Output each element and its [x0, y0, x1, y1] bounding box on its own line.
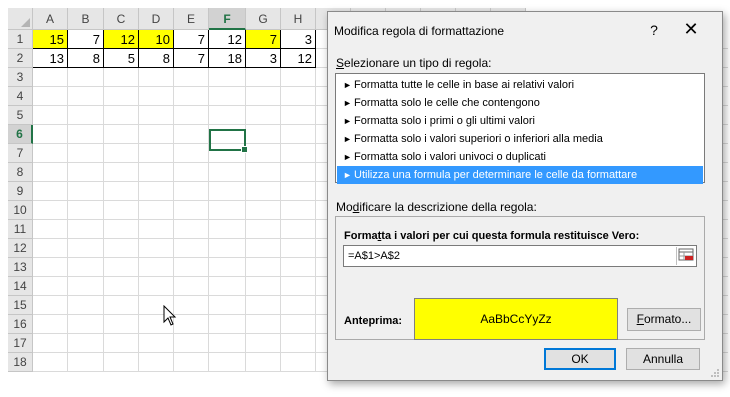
- rule-type-item[interactable]: ► Formatta solo i valori superiori o infe…: [337, 130, 703, 148]
- ok-button[interactable]: OK: [544, 348, 616, 370]
- grid-line: [103, 30, 104, 372]
- edit-rule-description-label: Modificare la descrizione della regola:: [336, 200, 537, 214]
- cell-c2[interactable]: 5: [104, 49, 139, 68]
- arrow-right-icon: ►: [343, 98, 352, 108]
- cell-e2[interactable]: 7: [174, 49, 209, 68]
- row-header-4[interactable]: 4: [8, 87, 33, 106]
- arrow-right-icon: ►: [343, 116, 352, 126]
- row-header-15[interactable]: 15: [8, 296, 33, 315]
- column-header-b[interactable]: B: [68, 8, 104, 30]
- formula-label: Formatta i valori per cui questa formula…: [344, 230, 640, 242]
- row-header-16[interactable]: 16: [8, 315, 33, 334]
- range-selector-icon: [678, 248, 694, 261]
- grid-line: [138, 30, 139, 372]
- cell-f2[interactable]: 18: [209, 49, 246, 68]
- formula-value: =A$1>A$2: [348, 250, 400, 262]
- resize-grip-icon[interactable]: [710, 368, 720, 378]
- arrow-right-icon: ►: [343, 170, 352, 180]
- row-header-8[interactable]: 8: [8, 163, 33, 182]
- row-header-17[interactable]: 17: [8, 334, 33, 353]
- dialog-title: Modifica regola di formattazione: [334, 24, 505, 38]
- rule-type-list[interactable]: ► Formatta tutte le celle in base ai rela…: [335, 73, 705, 184]
- column-header-c[interactable]: C: [104, 8, 139, 30]
- row-header-1[interactable]: 1: [8, 30, 33, 49]
- cell-d1[interactable]: 10: [139, 30, 174, 49]
- rule-type-item[interactable]: ► Formatta tutte le celle in base ai rela…: [337, 76, 703, 94]
- rule-type-item[interactable]: ► Formatta solo i valori univoci o duplic…: [337, 148, 703, 166]
- rule-description-group: Formatta i valori per cui questa formula…: [335, 216, 705, 340]
- cell-d2[interactable]: 8: [139, 49, 174, 68]
- column-header-g[interactable]: G: [246, 8, 281, 30]
- format-preview: AaBbCcYyZz: [414, 298, 618, 340]
- row-header-9[interactable]: 9: [8, 182, 33, 201]
- cell-e1[interactable]: 7: [174, 30, 209, 49]
- edit-formatting-rule-dialog: Modifica regola di formattazione ? ✕ Sel…: [327, 11, 723, 381]
- rule-type-item[interactable]: ► Formatta solo i primi o gli ultimi valo…: [337, 112, 703, 130]
- select-rule-type-label: Selezionare un tipo di regola:: [336, 56, 492, 70]
- grid-line: [315, 30, 316, 372]
- rule-type-item-selected[interactable]: ► Utilizza una formula per determinare le…: [337, 166, 703, 184]
- arrow-right-icon: ►: [343, 152, 352, 162]
- cell-g2[interactable]: 3: [246, 49, 281, 68]
- cell-a2[interactable]: 13: [33, 49, 68, 68]
- help-button[interactable]: ?: [646, 22, 662, 38]
- column-header-f[interactable]: F: [209, 8, 246, 30]
- rule-type-item[interactable]: ► Formatta solo le celle che contengono: [337, 94, 703, 112]
- cell-h1[interactable]: 3: [281, 30, 316, 49]
- format-button[interactable]: Formato...: [627, 308, 701, 331]
- arrow-right-icon: ►: [343, 80, 352, 90]
- cancel-button[interactable]: Annulla: [626, 348, 700, 370]
- close-button[interactable]: ✕: [682, 19, 700, 40]
- row-header-14[interactable]: 14: [8, 277, 33, 296]
- formula-input[interactable]: =A$1>A$2: [343, 245, 697, 267]
- cell-f1[interactable]: 12: [209, 30, 246, 49]
- grid-line: [67, 30, 68, 372]
- active-cell-selection[interactable]: [209, 129, 248, 153]
- column-header-a[interactable]: A: [33, 8, 68, 30]
- row-header-11[interactable]: 11: [8, 220, 33, 239]
- row-header-6[interactable]: 6: [8, 125, 33, 144]
- row-header-2[interactable]: 2: [8, 49, 33, 68]
- cell-b2[interactable]: 8: [68, 49, 104, 68]
- mouse-pointer-icon: [163, 305, 177, 326]
- column-header-e[interactable]: E: [174, 8, 209, 30]
- preview-label: Anteprima:: [344, 315, 403, 327]
- cell-g1[interactable]: 7: [246, 30, 281, 49]
- column-header-d[interactable]: D: [139, 8, 174, 30]
- column-header-h[interactable]: H: [281, 8, 316, 30]
- row-header-5[interactable]: 5: [8, 106, 33, 125]
- select-all-corner[interactable]: [8, 8, 33, 30]
- collapse-dialog-button[interactable]: [676, 247, 696, 265]
- cell-b1[interactable]: 7: [68, 30, 104, 49]
- grid-line: [208, 30, 209, 372]
- cell-h2[interactable]: 12: [281, 49, 316, 68]
- cell-a1[interactable]: 15: [33, 30, 68, 49]
- row-header-18[interactable]: 18: [8, 353, 33, 372]
- row-header-13[interactable]: 13: [8, 258, 33, 277]
- row-header-3[interactable]: 3: [8, 68, 33, 87]
- row-header-7[interactable]: 7: [8, 144, 33, 163]
- grid-line: [280, 30, 281, 372]
- grid-line: [245, 30, 246, 372]
- row-header-12[interactable]: 12: [8, 239, 33, 258]
- arrow-right-icon: ►: [343, 134, 352, 144]
- cell-c1[interactable]: 12: [104, 30, 139, 49]
- row-header-10[interactable]: 10: [8, 201, 33, 220]
